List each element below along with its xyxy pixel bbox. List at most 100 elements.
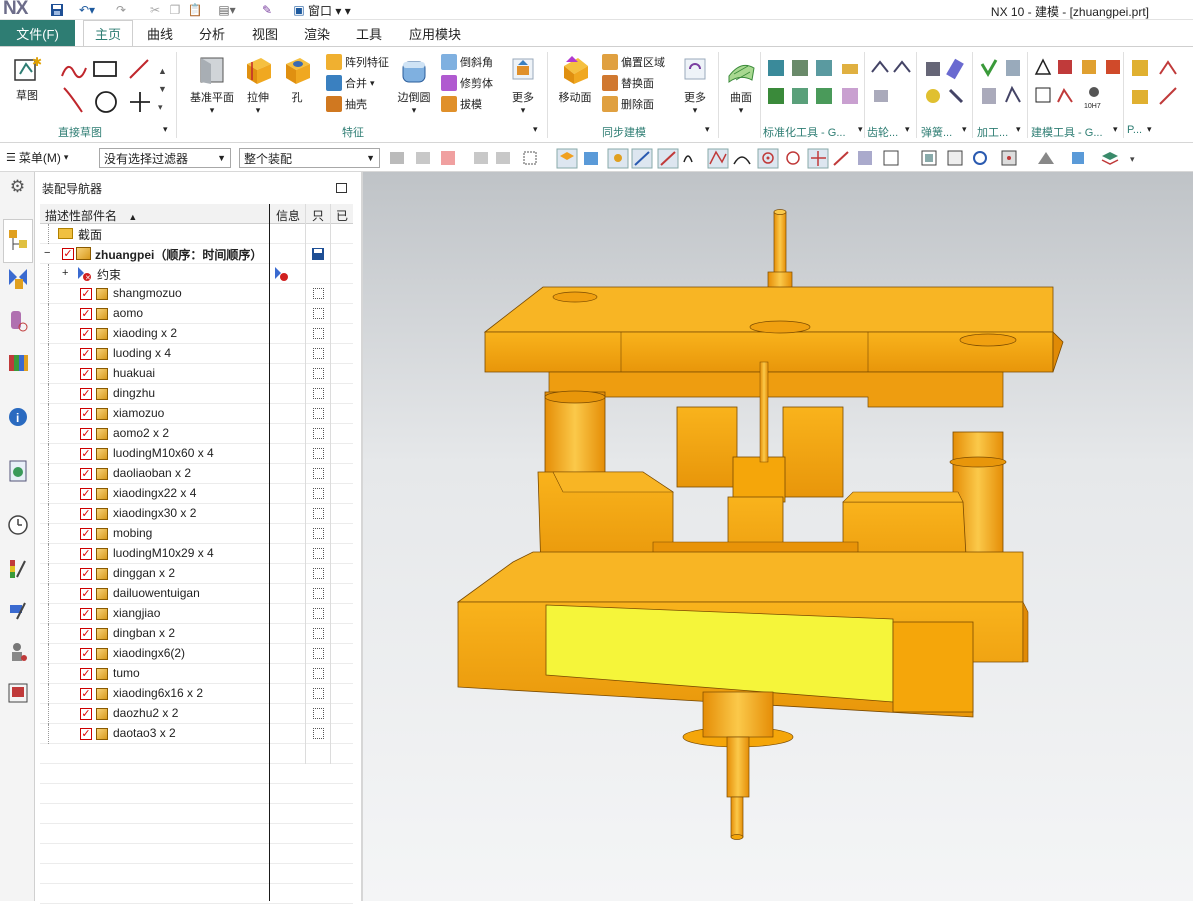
checkbox-checked-icon[interactable]: ✓ [80,648,92,660]
window-menu[interactable]: 窗口 ▾ ▾ [308,2,351,19]
checkbox-checked-icon[interactable]: ✓ [80,568,92,580]
readonly-checkbox[interactable] [313,668,324,679]
column-header-readonly[interactable]: 只 [312,207,324,224]
tree-row-part[interactable]: ✓ aomo [40,304,353,324]
checkbox-checked-icon[interactable]: ✓ [80,668,92,680]
checkbox-checked-icon[interactable]: ✓ [80,688,92,700]
group-more-icon[interactable]: ▾ [858,124,863,135]
tab-view[interactable]: 视图 [243,20,287,46]
process-studio-icon[interactable] [5,598,30,624]
datum-plane-button[interactable]: 基准平面 ▾ [188,54,236,116]
tree-row-part[interactable]: ✓ luodingM10x60 x 4 [40,444,353,464]
system-scene-icon[interactable] [5,680,30,706]
tree-row-part[interactable]: ✓ dailuowentuigan [40,584,353,604]
checkbox-checked-icon[interactable]: ✓ [80,608,92,620]
readonly-checkbox[interactable] [313,628,324,639]
readonly-checkbox[interactable] [313,328,324,339]
column-header-modified[interactable]: 已 [336,207,348,224]
tree-row-part[interactable]: ✓ luodingM10x29 x 4 [40,544,353,564]
replace-face-button[interactable]: 替换面 [602,73,654,93]
readonly-checkbox[interactable] [313,348,324,359]
web-browser-icon[interactable]: i [5,404,30,430]
tab-curve[interactable]: 曲线 [138,20,182,46]
window-icon[interactable]: ▣ [290,1,308,18]
column-header-name[interactable]: 描述性部件名 ▲ [45,207,137,224]
tree-row-root-assembly[interactable]: − ✓ zhuangpei（顺序：时间顺序） [40,244,353,264]
group-more-icon[interactable]: ▾ [1016,124,1021,135]
tab-application[interactable]: 应用模块 [400,20,470,46]
readonly-checkbox[interactable] [313,388,324,399]
group-more-icon[interactable]: ▾ [905,124,910,135]
repeat-command-icon[interactable]: ▤▾ [218,1,236,18]
cut-icon[interactable]: ✂ [146,1,164,18]
gear-icon[interactable]: ⚙ [5,174,30,200]
checkbox-checked-icon[interactable]: ✓ [62,248,74,260]
redo-icon[interactable]: ↷ [112,1,130,18]
readonly-checkbox[interactable] [313,708,324,719]
readonly-checkbox[interactable] [313,368,324,379]
more-sync-button[interactable]: 更多 ▾ [678,54,712,116]
tab-tools[interactable]: 工具 [347,20,391,46]
group-more-icon[interactable]: ▾ [1147,124,1152,135]
selection-scope-dropdown[interactable]: 整个装配 ▼ [239,148,380,168]
shell-button[interactable]: 抽壳 [326,94,367,114]
tree-row-part[interactable]: ✓ luoding x 4 [40,344,353,364]
undo-icon[interactable]: ↶▾ [78,1,96,18]
column-header-info[interactable]: 信息 [276,207,300,224]
checkbox-checked-icon[interactable]: ✓ [80,288,92,300]
tree-row-part[interactable]: ✓ xiaodingx22 x 4 [40,484,353,504]
delete-face-button[interactable]: 删除面 [602,94,654,114]
file-menu-button[interactable]: 文件(F) [0,20,75,46]
tab-render[interactable]: 渲染 [295,20,339,46]
copy-icon[interactable]: ❐ [166,1,184,18]
type-filter-dropdown[interactable]: 没有选择过滤器 ▼ [99,148,231,168]
readonly-checkbox[interactable] [313,468,324,479]
tree-row-part[interactable]: ✓ aomo2 x 2 [40,424,353,444]
draft-button[interactable]: 拔模 [441,94,482,114]
unite-button[interactable]: 合并 ▾ [326,73,375,93]
group-more-icon[interactable]: ▾ [163,124,168,135]
readonly-checkbox[interactable] [313,548,324,559]
tree-row-part[interactable]: ✓ dingzhu [40,384,353,404]
history-icon[interactable] [5,458,30,484]
readonly-checkbox[interactable] [313,448,324,459]
checkbox-checked-icon[interactable]: ✓ [80,508,92,520]
checkbox-checked-icon[interactable]: ✓ [80,448,92,460]
checkbox-checked-icon[interactable]: ✓ [80,588,92,600]
checkbox-checked-icon[interactable]: ✓ [80,428,92,440]
checkbox-checked-icon[interactable]: ✓ [80,468,92,480]
readonly-checkbox[interactable] [313,308,324,319]
edge-blend-button[interactable]: 边倒圆 ▾ [396,54,432,116]
trim-body-button[interactable]: 修剪体 [441,73,493,93]
readonly-checkbox[interactable] [313,568,324,579]
palette-icon[interactable] [5,556,30,582]
checkbox-checked-icon[interactable]: ✓ [80,308,92,320]
tree-row-part[interactable]: ✓ daoliaoban x 2 [40,464,353,484]
checkbox-checked-icon[interactable]: ✓ [80,408,92,420]
tree-row-part[interactable]: ✓ huakuai [40,364,353,384]
group-more-icon[interactable]: ▾ [1113,124,1118,135]
readonly-checkbox[interactable] [313,608,324,619]
group-more-icon[interactable]: ▾ [705,124,710,135]
roles-icon[interactable] [5,640,30,666]
tree-row-part[interactable]: ✓ xiaodingx30 x 2 [40,504,353,524]
tree-row-constraints[interactable]: + ✕ 约束 [40,264,353,284]
checkbox-checked-icon[interactable]: ✓ [80,728,92,740]
tree-row-part[interactable]: ✓ mobing [40,524,353,544]
readonly-checkbox[interactable] [313,428,324,439]
expand-icon[interactable]: + [62,267,68,279]
checkbox-checked-icon[interactable]: ✓ [80,348,92,360]
tree-row-part[interactable]: ✓ xiaodingx6(2) [40,644,353,664]
pattern-feature-button[interactable]: 阵列特征 [326,52,389,72]
checkbox-checked-icon[interactable]: ✓ [80,488,92,500]
tree-row-part[interactable]: ✓ tumo [40,664,353,684]
group-more-icon[interactable]: ▾ [962,124,967,135]
readonly-checkbox[interactable] [313,288,324,299]
hole-button[interactable]: 孔 [282,54,312,105]
constraint-navigator-icon[interactable] [5,266,30,292]
checkbox-checked-icon[interactable]: ✓ [80,388,92,400]
tree-row-part[interactable]: ✓ xiangjiao [40,604,353,624]
readonly-checkbox[interactable] [313,588,324,599]
sketch-button[interactable]: ✱ 草图 [10,54,44,110]
readonly-checkbox[interactable] [313,488,324,499]
